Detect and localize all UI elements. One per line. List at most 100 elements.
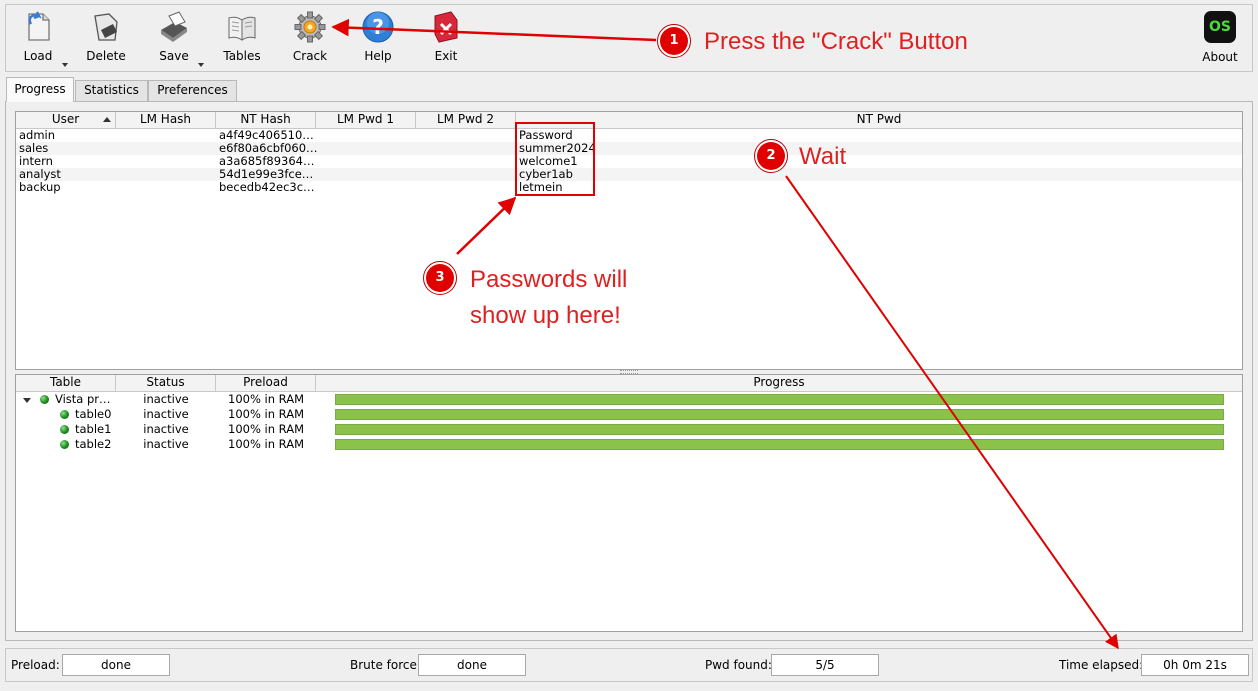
status-bar: Preload: done Brute force: done Pwd foun… [5,648,1253,682]
col-lm-hash-header[interactable]: LM Hash [116,112,216,128]
table-row[interactable]: table0 inactive 100% in RAM [16,407,1242,422]
about-badge: OS [1209,19,1231,35]
about-label: About [1202,50,1238,64]
user-cell: analyst [19,168,61,181]
step-1-number: 1 [660,27,688,55]
col-lm-hash-label: LM Hash [139,112,192,126]
table-row[interactable]: table2 inactive 100% in RAM [16,437,1242,452]
save-label: Save [159,49,189,63]
step-2-text: Wait [799,143,847,170]
col-lm-pwd2-label: LM Pwd 2 [437,112,494,126]
table-row[interactable]: admin a4f49c406510… Password [16,129,1242,142]
col-status-label: Status [146,375,185,389]
status-dot-icon [60,425,69,434]
tables-button[interactable]: Tables [210,5,274,71]
svg-text:?: ? [372,15,384,39]
load-button[interactable]: Load [6,5,70,71]
progress-bar-fill [335,394,1224,405]
user-cell: intern [19,155,53,168]
hash-table[interactable]: User LM Hash NT Hash LM Pwd 1 LM Pwd 2 N… [15,111,1243,370]
col-user-header[interactable]: User [16,112,116,128]
user-cell: backup [19,181,61,194]
table-row[interactable]: table1 inactive 100% in RAM [16,422,1242,437]
table-row[interactable]: backup becedb42ec3c… letmein [16,181,1242,194]
col-preload-header[interactable]: Preload [216,375,316,391]
time-elapsed-value: 0h 0m 21s [1141,654,1249,676]
col-progress-label: Progress [753,375,805,389]
progress-bar [335,409,1224,420]
time-elapsed-label: Time elapsed: [1059,658,1144,672]
table-row[interactable]: intern a3a685f89364… welcome1 [16,155,1242,168]
table-row[interactable]: Vista pr… inactive 100% in RAM [16,392,1242,407]
save-icon [161,11,187,42]
tables-label: Tables [223,49,261,63]
table-name-cell: table1 [75,422,112,436]
nt-hash-cell: e6f80a6cbf060… [219,142,318,155]
progress-bar-fill [335,439,1224,450]
status-dot-icon [40,395,49,404]
tables-grid-header: Table Status Preload Progress [16,375,1242,392]
step-1-badge: 1 [657,24,691,58]
preload-cell: 100% in RAM [228,392,304,406]
tab-statistics[interactable]: Statistics [75,80,148,101]
progress-bar [335,424,1224,435]
progress-bar-fill [335,409,1224,420]
table-row[interactable]: analyst 54d1e99e3fce… cyber1ab [16,168,1242,181]
tab-statistics-label: Statistics [84,83,139,97]
status-cell: inactive [143,422,189,436]
load-icon [28,11,50,41]
ophcrack-logo-icon: OS [1204,11,1236,43]
table-row[interactable]: sales e6f80a6cbf060… summer2024 [16,142,1242,155]
status-dot-icon [60,440,69,449]
col-nt-hash-header[interactable]: NT Hash [216,112,316,128]
about-button[interactable]: OS About [1188,5,1252,71]
crack-icon [294,11,326,43]
col-status-header[interactable]: Status [116,375,216,391]
step-2-number: 2 [757,142,785,170]
tab-preferences[interactable]: Preferences [148,80,237,101]
col-nt-pwd-header[interactable]: NT Pwd [516,112,1242,128]
nt-hash-cell: a3a685f89364… [219,155,315,168]
col-table-header[interactable]: Table [16,375,116,391]
delete-icon [94,13,118,41]
col-table-label: Table [49,375,82,389]
exit-label: Exit [434,49,458,63]
preload-cell: 100% in RAM [228,437,304,451]
col-lm-pwd1-header[interactable]: LM Pwd 1 [316,112,416,128]
preload-cell: 100% in RAM [228,407,304,421]
nt-hash-cell: 54d1e99e3fce… [219,168,314,181]
delete-button[interactable]: Delete [74,5,138,71]
col-lm-pwd2-header[interactable]: LM Pwd 2 [416,112,516,128]
crack-label: Crack [292,49,328,63]
exit-button[interactable]: Exit [414,5,478,71]
step-3-badge: 3 [423,261,457,295]
preload-status-value: done [62,654,170,676]
load-dropdown-arrow-icon[interactable] [62,63,68,67]
pwd-found-label: Pwd found: [705,658,772,672]
col-progress-header[interactable]: Progress [316,375,1242,391]
save-dropdown-arrow-icon[interactable] [198,63,204,67]
save-button[interactable]: Save [142,5,206,71]
tab-progress[interactable]: Progress [6,77,74,102]
status-cell: inactive [143,407,189,421]
tables-icon [228,16,256,41]
tab-progress-label: Progress [14,82,66,96]
col-nt-pwd-label: NT Pwd [856,112,902,126]
exit-icon [434,11,458,43]
status-cell: inactive [143,392,189,406]
help-button[interactable]: ? Help [346,5,410,71]
crack-button[interactable]: Crack [278,5,342,71]
toolbar: Load Delete Save Tables Crack ? Help Exi… [5,4,1253,72]
tables-grid[interactable]: Table Status Preload Progress Vista pr… … [15,374,1243,632]
collapse-arrow-icon[interactable] [23,398,31,403]
passwords-highlight-box [515,122,595,196]
user-cell: admin [19,129,56,142]
user-cell: sales [19,142,49,155]
step-1-text: Press the "Crack" Button [704,28,968,55]
preload-cell: 100% in RAM [228,422,304,436]
help-icon: ? [362,11,394,43]
brute-force-status-label: Brute force: [350,658,421,672]
load-label: Load [23,49,53,63]
brute-force-status-value: done [418,654,526,676]
delete-label: Delete [86,49,126,63]
